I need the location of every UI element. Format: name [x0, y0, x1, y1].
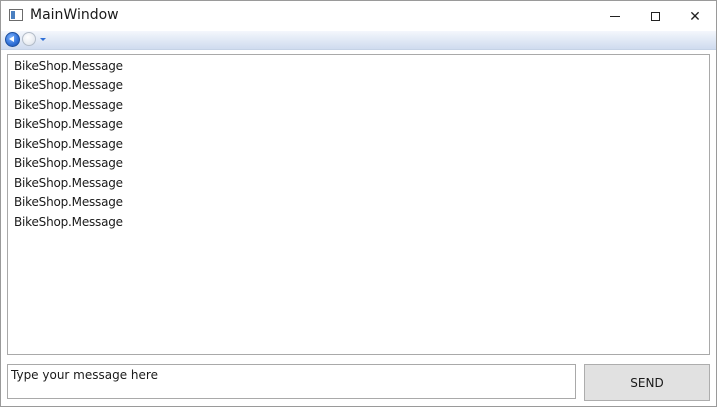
forward-arrow-icon[interactable]: [22, 32, 36, 46]
maximize-icon: [650, 11, 660, 21]
send-button[interactable]: SEND: [584, 364, 710, 401]
list-item[interactable]: BikeShop.Message: [14, 195, 123, 209]
window-app-icon: [9, 9, 23, 21]
list-item[interactable]: BikeShop.Message: [14, 117, 123, 131]
close-icon: ✕: [689, 7, 701, 24]
list-item[interactable]: BikeShop.Message: [14, 176, 123, 190]
main-window: MainWindow ✕ BikeShop.Message BikeShop.M…: [0, 0, 717, 407]
minimize-button[interactable]: [594, 1, 636, 31]
list-item[interactable]: BikeShop.Message: [14, 59, 123, 73]
list-item[interactable]: BikeShop.Message: [14, 137, 123, 151]
list-item[interactable]: BikeShop.Message: [14, 98, 123, 112]
history-dropdown-icon[interactable]: [40, 38, 46, 41]
list-item[interactable]: BikeShop.Message: [14, 78, 123, 92]
maximize-button[interactable]: [634, 1, 676, 31]
back-arrow-icon[interactable]: [5, 32, 20, 47]
navigation-bar: [1, 31, 716, 50]
title-bar[interactable]: MainWindow ✕: [1, 1, 716, 31]
list-item[interactable]: BikeShop.Message: [14, 215, 123, 229]
minimize-icon: [610, 15, 620, 17]
message-list[interactable]: BikeShop.Message BikeShop.Message BikeSh…: [7, 54, 710, 355]
message-input[interactable]: [7, 364, 576, 399]
close-button[interactable]: ✕: [674, 1, 716, 31]
list-item[interactable]: BikeShop.Message: [14, 156, 123, 170]
window-title: MainWindow: [30, 7, 119, 23]
